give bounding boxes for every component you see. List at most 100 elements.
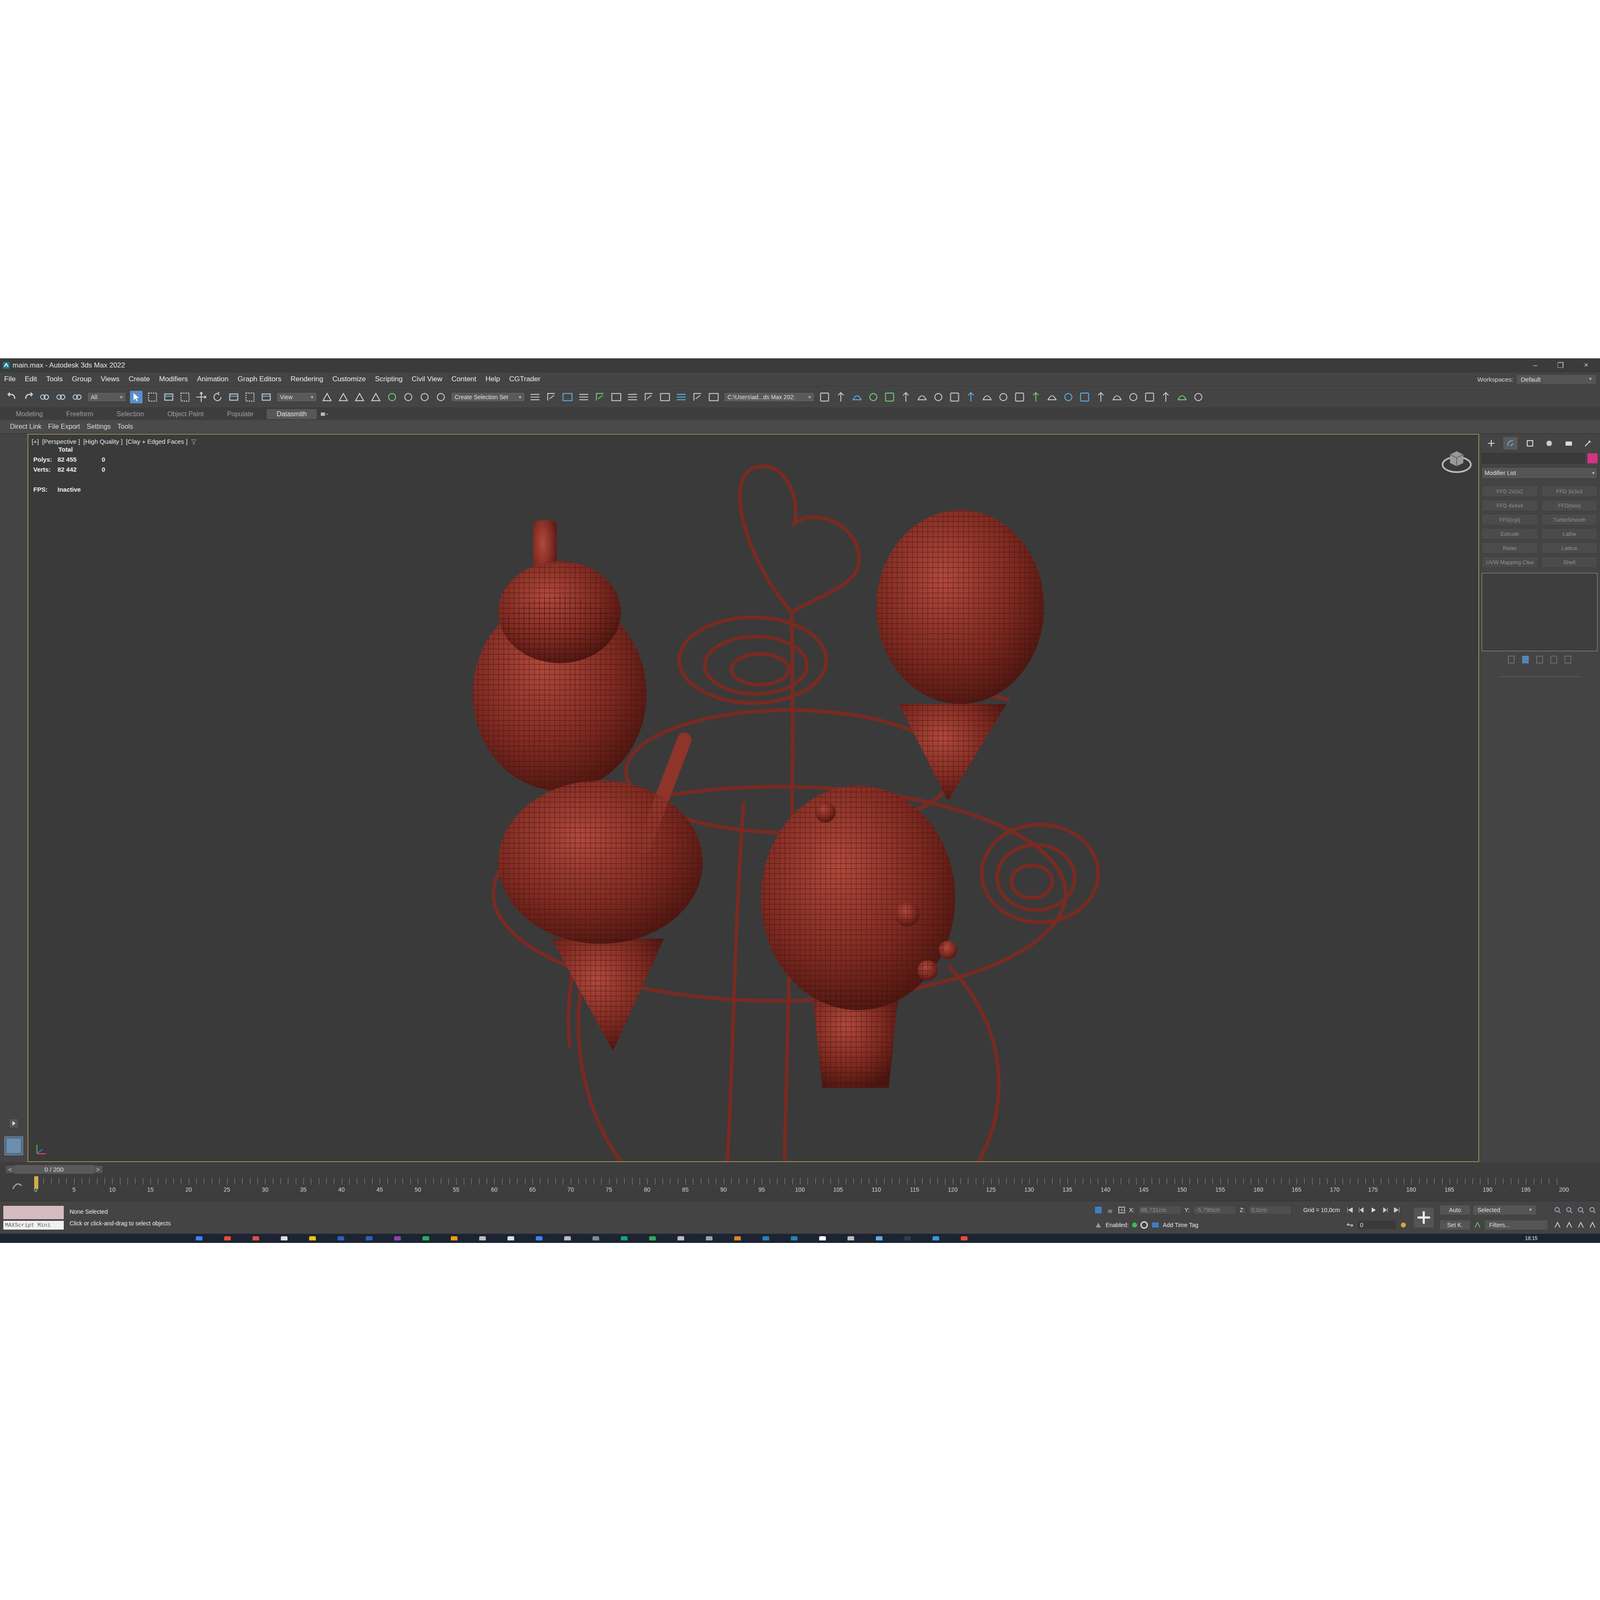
command-panel-tab[interactable] [1580,437,1595,450]
toolbar-tool-icon[interactable] [227,390,240,404]
menu-item[interactable]: Group [71,375,92,384]
current-frame-field[interactable]: 0 [1357,1220,1396,1230]
taskbar-app-icon[interactable] [564,1236,571,1241]
taskbar-app-icon[interactable] [592,1236,600,1241]
viewport-navigation-icon[interactable] [1553,1205,1562,1215]
set-key-button[interactable]: Set K. [1440,1220,1470,1230]
viewport-navigation-icon[interactable] [1565,1220,1574,1230]
toolbar-tool-icon[interactable] [1175,390,1189,404]
maxscript-mini-listener[interactable]: MAXScript Mini [3,1220,64,1230]
menu-item[interactable]: Help [485,375,500,384]
object-color-swatch[interactable] [1587,453,1598,464]
ribbon-tab[interactable]: Freeform [56,409,104,420]
taskbar-app-icon[interactable] [847,1236,855,1241]
playback-control-icon[interactable] [1369,1205,1378,1215]
toolbar-tool-icon[interactable] [402,390,415,404]
taskbar-app-icon[interactable] [224,1236,231,1241]
window-control-button[interactable]: – [1532,360,1538,370]
menu-item[interactable]: Content [451,375,477,384]
viewport-navigation-icon[interactable] [1588,1205,1597,1215]
command-panel-tab[interactable] [1503,437,1518,450]
toolbar-tool-icon[interactable] [243,390,257,404]
modifier-button[interactable]: FFD 2x2x2 [1481,485,1538,498]
ribbon-item[interactable]: Direct Link [10,422,42,431]
set-key-icon[interactable] [1413,1207,1435,1228]
workspaces-dropdown[interactable]: Default▾ [1516,375,1596,384]
toolbar-tool-icon[interactable] [146,390,159,404]
toolbar-tool-icon[interactable] [528,390,542,404]
project-path-dropdown[interactable]: C:\Users\ad...ds Max 202:▾ [723,392,815,403]
toolbar-tool-icon[interactable] [22,390,35,404]
toolbar-tool-icon[interactable] [691,390,704,404]
modifier-button[interactable]: FFD 4x4x4 [1481,499,1538,512]
key-icon[interactable] [1473,1220,1482,1230]
toolbar-tool-icon[interactable] [1143,390,1156,404]
current-frame-marker[interactable] [34,1176,39,1189]
toolbar-tool-icon[interactable] [593,390,607,404]
ribbon-tab[interactable]: Object Paint [157,409,214,420]
toolbar-tool-icon[interactable] [260,390,273,404]
y-coordinate-field[interactable]: -5,790cm [1192,1205,1237,1215]
menu-item[interactable]: Rendering [290,375,323,384]
key-mode-icon[interactable] [1345,1220,1355,1230]
viewport-label[interactable]: [High Quality ] [83,437,123,445]
toolbar-tool-icon[interactable] [130,390,143,404]
x-coordinate-field[interactable]: 86,731cm [1137,1205,1182,1215]
toolbar-tool-icon[interactable] [610,390,623,404]
taskbar-app-icon[interactable] [620,1236,628,1241]
toolbar-tool-icon[interactable] [932,390,945,404]
playback-control-icon[interactable] [1357,1205,1366,1215]
z-coordinate-field[interactable]: 0,0cm [1248,1205,1292,1215]
taskbar-app-icon[interactable] [535,1236,543,1241]
toolbar-tool-icon[interactable] [675,390,688,404]
modifier-button[interactable]: UVW Mapping Clea [1481,556,1538,568]
toolbar-tool-icon[interactable] [211,390,224,404]
toolbar-tool-icon[interactable] [353,390,366,404]
toolbar-tool-icon[interactable] [626,390,639,404]
playback-control-icon[interactable] [1345,1205,1355,1215]
maxscript-listener-output[interactable] [3,1205,64,1220]
ribbon-tab[interactable]: Modeling [5,409,53,420]
modifier-button[interactable]: FFD 3x3x3 [1541,485,1598,498]
toolbar-tool-icon[interactable] [418,390,431,404]
toolbar-tool-icon[interactable] [1159,390,1173,404]
toolbar-tool-icon[interactable] [337,390,350,404]
toolbar-tool-icon[interactable] [369,390,383,404]
viewport-navigation-icon[interactable] [1588,1220,1597,1230]
toolbar-tool-icon[interactable] [577,390,590,404]
command-panel-tab[interactable] [1561,437,1576,450]
menu-item[interactable]: Scripting [375,375,403,384]
toolbar-tool-icon[interactable] [899,390,913,404]
viewport-label[interactable]: [Perspective ] [42,437,80,445]
toolbar-tool-icon[interactable] [195,390,208,404]
menu-item[interactable]: File [4,375,16,384]
toolbar-tool-icon[interactable] [867,390,880,404]
selection-set-dropdown[interactable]: Create Selection Set▾ [450,392,525,403]
stack-tool-icon[interactable] [1534,654,1545,665]
viewport-navigation-icon[interactable] [1553,1220,1562,1230]
reference-coordinate-dropdown[interactable]: View▾ [276,392,318,403]
taskbar-app-icon[interactable] [394,1236,401,1241]
toolbar-tool-icon[interactable] [915,390,929,404]
taskbar-app-icon[interactable] [932,1236,940,1241]
stack-tool-icon[interactable] [1548,654,1559,665]
toolbar-tool-icon[interactable] [707,390,720,404]
toolbar-tool-icon[interactable] [70,390,84,404]
taskbar-app-icon[interactable] [819,1236,826,1241]
taskbar-app-icon[interactable] [677,1236,685,1241]
toolbar-tool-icon[interactable] [1013,390,1026,404]
taskbar-app-icon[interactable] [252,1236,260,1241]
menu-item[interactable]: Modifiers [159,375,188,384]
taskbar-app-icon[interactable] [507,1236,515,1241]
ribbon-item[interactable]: Tools [117,422,133,431]
add-time-tag[interactable]: Add Time Tag [1162,1221,1199,1229]
modifier-button[interactable]: Lathe [1541,527,1598,540]
command-panel-tab[interactable] [1542,437,1557,450]
lock-icon[interactable] [1105,1205,1115,1215]
perspective-viewport[interactable]: [+][Perspective ][High Quality ][Clay + … [27,433,1480,1163]
previous-frame-button[interactable]: < [5,1165,15,1173]
key-filters-button[interactable]: Filters... [1485,1220,1548,1230]
key-filter-dropdown[interactable]: Selected▾ [1473,1205,1536,1215]
toolbar-tool-icon[interactable] [1062,390,1075,404]
toolbar-tool-icon[interactable] [1078,390,1091,404]
